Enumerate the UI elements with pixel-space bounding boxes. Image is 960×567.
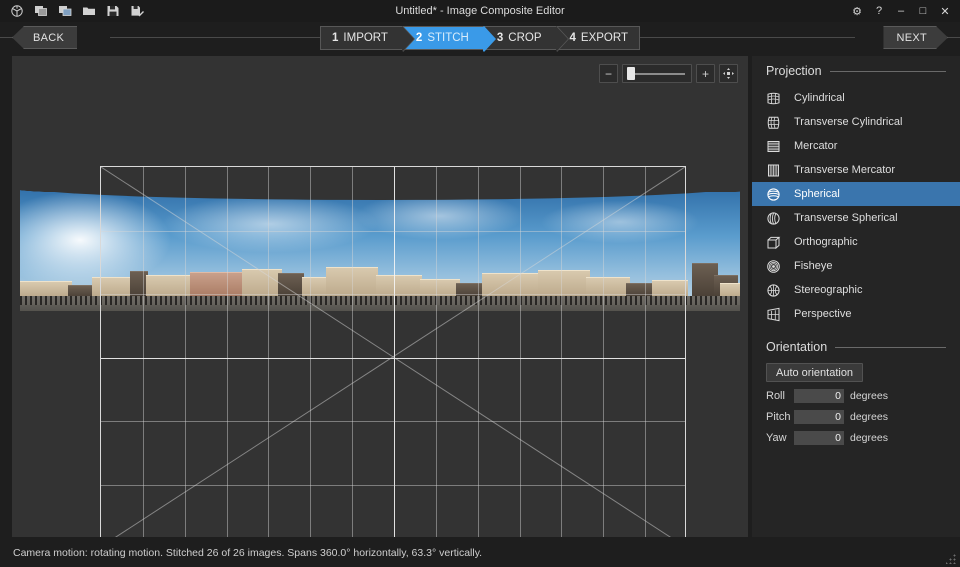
step-label: IMPORT	[343, 32, 388, 44]
status-bar: Camera motion: rotating motion. Stitched…	[0, 539, 960, 567]
projection-item-fisheye[interactable]: Fisheye	[752, 254, 960, 278]
projection-label: Spherical	[794, 188, 840, 200]
roll-field[interactable]: Roll 0 degrees	[766, 389, 960, 403]
zoom-slider-track	[629, 72, 685, 75]
projection-item-spherical[interactable]: Spherical	[752, 182, 960, 206]
projection-label: Transverse Cylindrical	[794, 116, 903, 128]
roll-input[interactable]: 0	[794, 389, 844, 403]
projection-label: Transverse Spherical	[794, 212, 898, 224]
projection-label: Fisheye	[794, 260, 833, 272]
save-icon[interactable]	[102, 2, 123, 21]
save-as-icon[interactable]	[126, 2, 147, 21]
step-label: STITCH	[427, 32, 469, 44]
projection-item-transverse-cylindrical[interactable]: Transverse Cylindrical	[752, 110, 960, 134]
zoom-control: − +	[599, 64, 738, 83]
back-button[interactable]: BACK	[12, 26, 78, 49]
zoom-slider-handle[interactable]	[627, 67, 635, 80]
cylindrical-icon	[764, 89, 783, 108]
help-icon[interactable]: ?	[868, 1, 890, 21]
orientation-section: Orientation Auto orientation Roll 0 degr…	[752, 340, 960, 445]
settings-icon[interactable]: ⚙	[846, 1, 868, 21]
new-panorama-from-video-icon[interactable]	[54, 2, 75, 21]
crop-rectangle[interactable]	[100, 166, 686, 537]
pitch-field[interactable]: Pitch 0 degrees	[766, 410, 960, 424]
step-tabs: 1 IMPORT 2 STITCH 3 CROP 4 EXPORT	[320, 26, 640, 52]
perspective-icon	[764, 305, 783, 324]
projection-label: Cylindrical	[794, 92, 845, 104]
spherical-icon	[764, 185, 783, 204]
globe-3d-icon[interactable]	[6, 2, 27, 21]
transverse-cylindrical-icon	[764, 113, 783, 132]
new-panorama-from-images-icon[interactable]	[30, 2, 51, 21]
projection-title: Projection	[766, 64, 822, 78]
resize-grip[interactable]	[946, 553, 957, 564]
status-text: Camera motion: rotating motion. Stitched…	[13, 547, 483, 559]
window-system-buttons: ⚙ ? – □ ✕	[846, 0, 956, 22]
projection-item-transverse-mercator[interactable]: Transverse Mercator	[752, 158, 960, 182]
crop-diagonal-guides	[101, 167, 685, 537]
projection-item-perspective[interactable]: Perspective	[752, 302, 960, 326]
projection-item-transverse-spherical[interactable]: Transverse Spherical	[752, 206, 960, 230]
projection-item-stereographic[interactable]: Stereographic	[752, 278, 960, 302]
transverse-mercator-icon	[764, 161, 783, 180]
auto-orientation-button[interactable]: Auto orientation	[766, 363, 864, 382]
projection-label: Perspective	[794, 308, 852, 320]
maximize-icon[interactable]: □	[912, 1, 934, 21]
toolbar	[0, 2, 147, 21]
zoom-out-button[interactable]: −	[599, 64, 618, 83]
yaw-unit: degrees	[850, 432, 888, 444]
fit-to-window-icon[interactable]	[719, 64, 738, 83]
next-button[interactable]: NEXT	[883, 26, 948, 49]
step-number: 1	[332, 32, 339, 44]
projection-item-orthographic[interactable]: Orthographic	[752, 230, 960, 254]
pitch-input[interactable]: 0	[794, 410, 844, 424]
step-number: 2	[415, 32, 423, 44]
projection-list: Cylindrical Transverse Cylindrical Merca…	[752, 86, 960, 326]
section-divider	[835, 346, 946, 348]
next-button-label: NEXT	[896, 31, 927, 44]
roll-label: Roll	[766, 390, 785, 402]
projection-item-cylindrical[interactable]: Cylindrical	[752, 86, 960, 110]
yaw-field[interactable]: Yaw 0 degrees	[766, 431, 960, 445]
projection-section-header: Projection	[766, 64, 946, 78]
back-button-label: BACK	[33, 31, 65, 44]
fisheye-icon	[764, 257, 783, 276]
step-number: 4	[569, 32, 576, 44]
projection-item-mercator[interactable]: Mercator	[752, 134, 960, 158]
transverse-spherical-icon	[764, 209, 783, 228]
orthographic-icon	[764, 233, 783, 252]
roll-unit: degrees	[850, 390, 888, 402]
panorama-image	[12, 56, 748, 537]
zoom-in-button[interactable]: +	[696, 64, 715, 83]
pitch-label: Pitch	[766, 411, 791, 423]
projection-label: Stereographic	[794, 284, 863, 296]
pitch-unit: degrees	[850, 411, 888, 423]
yaw-label: Yaw	[766, 432, 787, 444]
title-bar: Untitled* - Image Composite Editor ⚙ ? –…	[0, 0, 960, 22]
projection-label: Mercator	[794, 140, 838, 152]
rule-mid-right	[615, 37, 855, 38]
orientation-title: Orientation	[766, 340, 828, 354]
step-tab-import[interactable]: 1 IMPORT	[320, 26, 415, 52]
step-navigation-bar: BACK 1 IMPORT 2 STITCH 3 CROP 4 EXPORT N…	[0, 22, 960, 54]
projection-label: Transverse Mercator	[794, 164, 896, 176]
open-folder-icon[interactable]	[78, 2, 99, 21]
yaw-input[interactable]: 0	[794, 431, 844, 445]
panorama-canvas[interactable]: − +	[12, 56, 748, 537]
step-label: EXPORT	[580, 32, 628, 44]
zoom-slider[interactable]	[622, 64, 692, 83]
image-composite-editor-window: Untitled* - Image Composite Editor ⚙ ? –…	[0, 0, 960, 567]
section-divider	[829, 70, 946, 72]
orientation-section-header: Orientation	[766, 340, 946, 354]
step-label: CROP	[508, 32, 542, 44]
step-number: 3	[496, 32, 504, 44]
right-panel: Projection Cylindrical Transverse Cylind…	[752, 56, 960, 537]
stereographic-icon	[764, 281, 783, 300]
mercator-icon	[764, 137, 783, 156]
minimize-icon[interactable]: –	[890, 1, 912, 21]
close-icon[interactable]: ✕	[934, 1, 956, 21]
projection-label: Orthographic	[794, 236, 858, 248]
